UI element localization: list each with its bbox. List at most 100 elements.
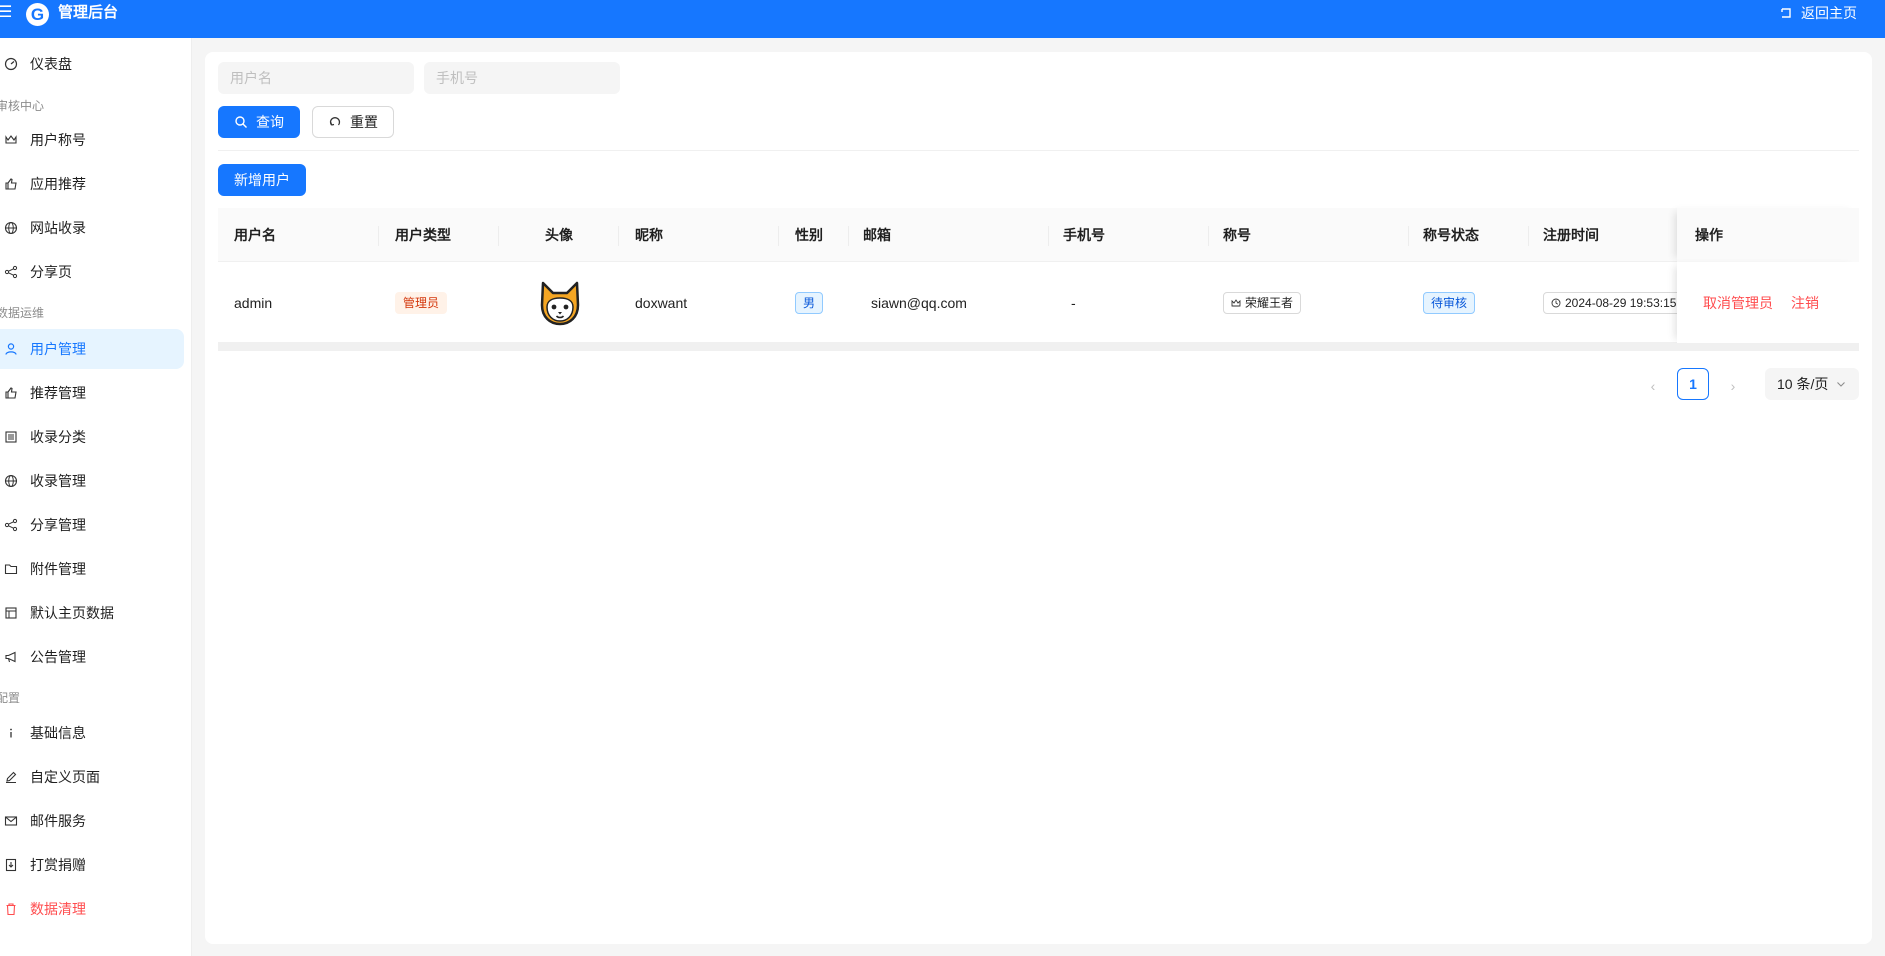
- cell-phone: -: [1071, 294, 1076, 311]
- edit-icon: [4, 770, 18, 784]
- menu-toggle-icon[interactable]: ☰: [0, 3, 12, 23]
- sidebar-item-label: 分享管理: [30, 517, 86, 533]
- share-icon: [4, 265, 18, 279]
- sidebar-item-label: 应用推荐: [30, 176, 86, 192]
- sidebar-item-collect-category[interactable]: 收录分类: [0, 417, 184, 457]
- cancel-admin-link[interactable]: 取消管理员: [1703, 293, 1773, 313]
- add-user-button[interactable]: 新增用户: [218, 164, 306, 196]
- sidebar-item-dashboard[interactable]: 仪表盘: [0, 44, 184, 84]
- sidebar-item-announcement-management[interactable]: 公告管理: [0, 637, 184, 677]
- dashboard-icon: [4, 57, 18, 71]
- sidebar-item-label: 用户管理: [30, 341, 86, 357]
- sidebar-item-site-collect[interactable]: 网站收录: [0, 208, 184, 248]
- return-icon: [1781, 8, 1791, 18]
- column-header-avatar: 头像: [545, 227, 573, 243]
- like-icon: [4, 386, 18, 400]
- column-separator: [378, 226, 379, 246]
- table-header: 用户名 用户类型 头像 昵称 性别 邮箱 手机号 称号 称号状态 注册时间 操作: [218, 208, 1859, 262]
- cell-registered: 2024-08-29 19:53:15: [1543, 262, 1685, 343]
- cell-title-status: 待审核: [1423, 262, 1476, 343]
- column-separator: [498, 226, 499, 246]
- app-logo: G: [26, 3, 49, 26]
- download-icon: [4, 858, 18, 872]
- sidebar-item-custom-page[interactable]: 自定义页面: [0, 757, 184, 797]
- column-header-username: 用户名: [234, 227, 276, 243]
- sidebar-item-app-recommend[interactable]: 应用推荐: [0, 164, 184, 204]
- return-home-label: 返回主页: [1801, 5, 1857, 21]
- sidebar-item-donation[interactable]: 打赏捐赠: [0, 845, 184, 885]
- cell-nickname: doxwant: [635, 294, 688, 311]
- column-header-user-type: 用户类型: [395, 227, 451, 243]
- trash-icon: [4, 902, 18, 916]
- column-header-nickname: 昵称: [635, 227, 663, 243]
- sidebar-item-label: 打赏捐赠: [30, 857, 86, 873]
- sidebar-item-label: 公告管理: [30, 649, 86, 665]
- column-header-email: 邮箱: [863, 227, 891, 243]
- column-separator: [1208, 226, 1209, 246]
- column-separator: [618, 226, 619, 246]
- content-panel: 查询 重置 新增用户 用户名 用户类型 头像 昵称 性别 邮箱 手机号 称号 称…: [205, 52, 1872, 944]
- globe-icon: [4, 474, 18, 488]
- sidebar-item-share-page[interactable]: 分享页: [0, 252, 184, 292]
- top-bar: ☰ G 管理后台 返回主页: [0, 0, 1885, 38]
- column-separator: [1528, 226, 1529, 246]
- cell-gender: 男: [795, 262, 824, 343]
- user-icon: [4, 342, 18, 356]
- sidebar-item-mail-service[interactable]: 邮件服务: [0, 801, 184, 841]
- reset-button[interactable]: 重置: [312, 106, 394, 138]
- title-status-badge: 待审核: [1423, 291, 1476, 314]
- gender-badge: 男: [795, 291, 824, 314]
- next-page-button[interactable]: ›: [1719, 370, 1747, 402]
- title-badge-label: 荣耀王者: [1245, 295, 1294, 310]
- sidebar-item-default-home-data[interactable]: 默认主页数据: [0, 593, 184, 633]
- username-input[interactable]: [218, 62, 414, 94]
- filter-divider: [218, 150, 1859, 151]
- sidebar-item-user-management[interactable]: 用户管理: [0, 329, 184, 369]
- sidebar-item-collect-management[interactable]: 收录管理: [0, 461, 184, 501]
- column-header-title: 称号: [1223, 227, 1251, 243]
- prev-page-button[interactable]: ‹: [1639, 370, 1667, 402]
- page-size-label: 10 条/页: [1777, 376, 1829, 392]
- cell-user-type: 管理员: [395, 262, 448, 343]
- return-home-button[interactable]: 返回主页: [1779, 3, 1857, 23]
- cell-email: siawn@qq.com: [871, 294, 967, 311]
- column-header-gender: 性别: [795, 227, 823, 243]
- list-icon: [4, 430, 18, 444]
- sidebar: 仪表盘 审核中心 用户称号 应用推荐 网站收录 分享页 数据运维 用户管理 推荐…: [0, 38, 192, 956]
- sidebar-item-user-titles[interactable]: 用户称号: [0, 120, 184, 160]
- cell-username: admin: [234, 294, 273, 311]
- column-separator: [1408, 226, 1409, 246]
- sidebar-item-recommend-management[interactable]: 推荐管理: [0, 373, 184, 413]
- table-horizontal-scrollbar[interactable]: [218, 343, 1859, 351]
- sidebar-item-label: 收录分类: [30, 429, 86, 445]
- sidebar-item-share-management[interactable]: 分享管理: [0, 505, 184, 545]
- search-button[interactable]: 查询: [218, 106, 300, 138]
- page-size-select[interactable]: 10 条/页: [1765, 368, 1859, 400]
- page-item-1[interactable]: 1: [1677, 368, 1709, 400]
- search-icon: [235, 116, 247, 128]
- phone-input[interactable]: [424, 62, 620, 94]
- megaphone-icon: [4, 650, 18, 664]
- cell-avatar: [536, 262, 584, 343]
- folder-icon: [4, 562, 18, 576]
- sidebar-group-data-ops: 数据运维: [0, 306, 45, 320]
- layout-icon: [4, 606, 18, 620]
- column-header-title-status: 称号状态: [1423, 227, 1479, 243]
- title-badge: 荣耀王者: [1223, 291, 1302, 314]
- sidebar-item-basic-info[interactable]: 基础信息: [0, 713, 184, 753]
- reset-button-label: 重置: [350, 114, 378, 130]
- column-header-actions: 操作: [1695, 227, 1723, 243]
- globe-icon: [4, 221, 18, 235]
- deregister-link[interactable]: 注销: [1791, 293, 1819, 313]
- sidebar-item-label: 邮件服务: [30, 813, 86, 829]
- share-icon: [4, 518, 18, 532]
- crown-icon: [1231, 298, 1241, 306]
- sidebar-item-attachment-management[interactable]: 附件管理: [0, 549, 184, 589]
- cell-actions: 取消管理员 注销: [1677, 262, 1859, 343]
- sidebar-item-label: 分享页: [30, 264, 72, 280]
- sidebar-item-data-cleanup[interactable]: 数据清理: [0, 889, 184, 929]
- reset-icon: [329, 117, 341, 126]
- sidebar-item-label: 附件管理: [30, 561, 86, 577]
- table-row: admin 管理员 doxwant 男 siawn@qq.com - 荣耀王者: [218, 262, 1859, 343]
- sidebar-item-label: 基础信息: [30, 725, 86, 741]
